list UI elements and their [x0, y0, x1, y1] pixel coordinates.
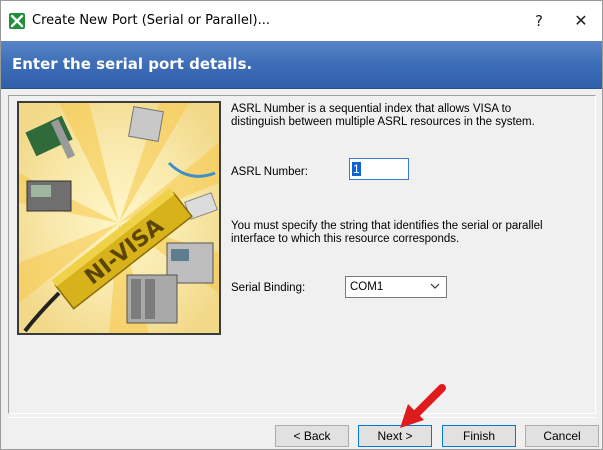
wizard-header: Enter the serial port details. — [1, 41, 602, 89]
red-arrow-icon — [400, 384, 446, 428]
dialog-window: Create New Port (Serial or Parallel)... … — [0, 0, 603, 450]
chevron-down-icon — [430, 283, 440, 289]
finish-button[interactable]: Finish — [442, 425, 516, 447]
wizard-content: NI-VISA ASRL Number is a sequential inde… — [8, 95, 596, 414]
asrl-number-input[interactable]: 1 — [349, 158, 409, 180]
help-button[interactable]: ? — [516, 1, 562, 41]
footer-divider — [8, 417, 596, 418]
title-bar[interactable]: Create New Port (Serial or Parallel)... … — [1, 1, 602, 41]
back-button[interactable]: < Back — [275, 425, 349, 447]
serial-binding-value: COM1 — [350, 281, 384, 293]
asrl-number-value: 1 — [352, 162, 361, 176]
serial-binding-label: Serial Binding: — [231, 282, 306, 294]
close-button[interactable]: ✕ — [558, 1, 603, 41]
cancel-button[interactable]: Cancel — [525, 425, 599, 447]
binding-description: You must specify the string that identif… — [231, 220, 543, 245]
asrl-description: ASRL Number is a sequential index that a… — [231, 103, 535, 128]
window-title: Create New Port (Serial or Parallel)... — [32, 13, 270, 28]
app-icon — [9, 13, 25, 29]
asrl-number-label: ASRL Number: — [231, 166, 308, 178]
serial-binding-select[interactable]: COM1 — [345, 276, 447, 298]
ni-visa-illustration: NI-VISA — [17, 101, 221, 335]
wizard-heading: Enter the serial port details. — [12, 55, 253, 73]
